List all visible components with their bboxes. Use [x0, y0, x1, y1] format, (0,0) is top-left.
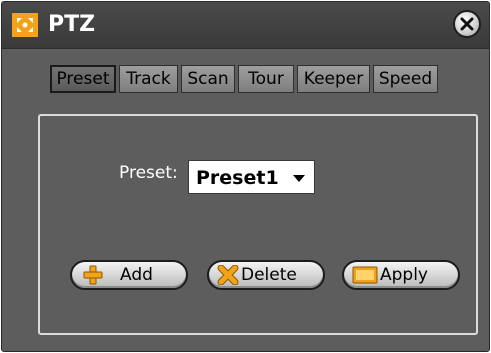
add-button-label: Add [120, 265, 153, 285]
x-icon [217, 265, 239, 285]
tab-keeper[interactable]: Keeper [297, 65, 370, 93]
ptz-window: PTZ Preset Track Scan Tour Keeper Speed … [1, 1, 490, 352]
tab-preset[interactable]: Preset [50, 65, 116, 93]
plus-icon [83, 265, 103, 285]
tab-track[interactable]: Track [119, 65, 178, 93]
preset-label: Preset: [119, 163, 178, 183]
close-button[interactable] [453, 10, 481, 38]
preset-select[interactable]: Preset1 [188, 160, 315, 194]
delete-button[interactable]: Delete [207, 260, 325, 290]
close-icon [460, 17, 474, 31]
apply-button[interactable]: Apply [342, 260, 460, 290]
window-title: PTZ [48, 12, 96, 37]
tab-tour[interactable]: Tour [238, 65, 294, 93]
tab-scan[interactable]: Scan [181, 65, 235, 93]
tab-bar: Preset Track Scan Tour Keeper Speed [50, 65, 438, 93]
tab-speed[interactable]: Speed [373, 65, 438, 93]
preset-panel [38, 114, 478, 335]
apply-button-label: Apply [380, 265, 428, 285]
preset-select-value: Preset1 [196, 167, 279, 189]
delete-button-label: Delete [241, 265, 297, 285]
ptz-app-icon [12, 13, 38, 37]
monitor-icon [352, 266, 378, 284]
title-bar[interactable]: PTZ [2, 2, 489, 49]
add-button[interactable]: Add [70, 260, 188, 290]
chevron-down-icon [293, 175, 305, 182]
